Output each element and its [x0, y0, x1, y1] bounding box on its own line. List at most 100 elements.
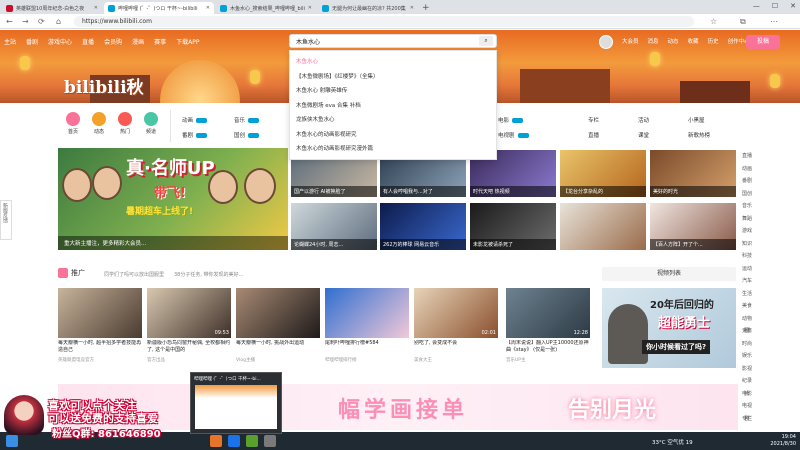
side-link[interactable]: 新歌热榜: [688, 131, 710, 139]
side-link[interactable]: 专栏: [588, 116, 599, 124]
suggestion-item[interactable]: 木鱼水心的动画影视研究: [290, 128, 496, 143]
category-link[interactable]: 电视剧: [498, 131, 529, 139]
side-link[interactable]: 直播: [588, 131, 599, 139]
close-icon[interactable]: ✕: [308, 5, 312, 11]
browser-tab-active[interactable]: 哔哩哔哩 (゜-゜)つロ 干杯~-bilibili ✕: [104, 2, 214, 14]
video-uploader[interactable]: 哔哩哔哩排行榜: [325, 357, 409, 363]
side-nav-item[interactable]: 运动: [740, 263, 754, 276]
nav-vip[interactable]: 大会员: [622, 37, 639, 45]
side-nav-item[interactable]: 娱乐: [740, 350, 754, 363]
avatar[interactable]: [599, 35, 613, 49]
suggestion-item[interactable]: 木鱼水心的动画影视研究漫外篇: [290, 142, 496, 157]
video-title[interactable]: 尾刺吓哔哩排行榜#584: [325, 340, 409, 354]
category-link[interactable]: 国创: [234, 131, 260, 139]
side-nav-item[interactable]: 生活: [740, 288, 754, 301]
rank-list-button[interactable]: 视频列表: [602, 267, 736, 281]
nav-games[interactable]: 游戏中心: [48, 37, 72, 46]
promo-link[interactable]: 同学们了吗可以放出国服里: [104, 271, 164, 278]
video-thumbnail[interactable]: 262万的棒球 网易云音乐: [380, 203, 466, 250]
close-icon[interactable]: ✕: [410, 5, 414, 11]
nav-main[interactable]: 主站: [4, 37, 16, 46]
back-icon[interactable]: ←: [6, 17, 13, 26]
browser-tab[interactable]: 英雄联盟10周年纪念-白色之夜 ✕: [2, 2, 102, 14]
nav-messages[interactable]: 消息: [648, 37, 659, 45]
suggestion-item[interactable]: 【木鱼微剧场】《红楼梦》（全集）: [290, 70, 496, 85]
category-link[interactable]: 动画: [182, 116, 208, 124]
new-tab-icon[interactable]: +: [422, 3, 430, 13]
side-nav-item[interactable]: 国创: [740, 188, 754, 201]
url-field[interactable]: https://www.bilibili.com: [74, 16, 694, 27]
nav-comics[interactable]: 漫画: [132, 37, 144, 46]
category-link[interactable]: 电影: [498, 116, 524, 124]
video-uploader[interactable]: Vlog主播: [236, 357, 320, 363]
video-card[interactable]: 09:53 新疆版小恐鸟同窗开秘偶, 全校都相约了, 这个是中国的 官方出品: [147, 288, 231, 363]
category-link[interactable]: 音乐: [234, 116, 260, 124]
side-nav-item[interactable]: 鬼畜: [740, 325, 754, 338]
ad-banner[interactable]: 20年后回归的 超能勇士 你小时候看过了吗?: [602, 288, 736, 368]
side-nav-item[interactable]: 汽车: [740, 275, 754, 288]
video-title[interactable]: 每天瓣横一小时, 挑战外出运动: [236, 340, 320, 354]
favorites-icon[interactable]: ☆: [710, 17, 717, 26]
side-nav-item[interactable]: 影视: [740, 363, 754, 376]
upload-button[interactable]: 投稿: [746, 35, 780, 49]
browser-tab[interactable]: 木鱼水心_搜索结果_哔哩哔哩_bilibili ✕: [216, 2, 316, 14]
forward-icon[interactable]: →: [22, 17, 29, 26]
maximize-icon[interactable]: ☐: [772, 2, 778, 10]
side-nav-item[interactable]: 专栏: [740, 413, 754, 426]
side-nav-item[interactable]: 直播: [740, 150, 754, 163]
video-card[interactable]: 尾刺吓哔哩排行榜#584 哔哩哔哩排行榜: [325, 288, 409, 363]
side-nav-item[interactable]: 音乐: [740, 200, 754, 213]
close-icon[interactable]: ✕: [206, 5, 210, 11]
search-input[interactable]: [290, 35, 470, 47]
nav-history[interactable]: 历史: [708, 37, 719, 45]
category-link[interactable]: 番剧: [182, 131, 208, 139]
side-nav-item[interactable]: 知识: [740, 238, 754, 251]
side-nav-item[interactable]: 动画: [740, 163, 754, 176]
weather-widget[interactable]: 33°C 空气优 19: [652, 438, 693, 446]
suggestion-item[interactable]: 龙族侠木鱼水心: [290, 113, 496, 128]
promo-link[interactable]: 38分子任务, 带你发现的美好...: [174, 271, 243, 278]
video-title[interactable]: 【周末说说】翻入UP主10000还原神曲《stay》 (仅是一张): [506, 340, 590, 354]
side-nav-item[interactable]: 科技: [740, 250, 754, 263]
bilibili-logo[interactable]: bilibili秋: [64, 73, 144, 98]
suggestion-item[interactable]: 木鱼水心 射雕英雄传: [290, 84, 496, 99]
suggestion-item[interactable]: 木鱼水心: [290, 55, 496, 70]
channel-channels[interactable]: 频道: [136, 112, 166, 135]
browser-tab[interactable]: 无腿为何让最幽在的凉? 共200集 ✕: [318, 2, 418, 14]
video-uploader[interactable]: 音乐UP主: [506, 357, 590, 363]
side-nav-item[interactable]: 电影: [740, 388, 754, 401]
app-icon[interactable]: [264, 435, 276, 447]
minimize-icon[interactable]: —: [753, 2, 760, 10]
collections-icon[interactable]: ⧉: [740, 17, 746, 27]
close-icon[interactable]: ✕: [94, 5, 98, 11]
video-card[interactable]: 每天瓣横一小时, 挑战外出运动 Vlog主播: [236, 288, 320, 363]
side-nav-item[interactable]: 游戏: [740, 225, 754, 238]
side-link[interactable]: 活动: [638, 116, 649, 124]
app-icon[interactable]: [210, 435, 222, 447]
refresh-icon[interactable]: ⟳: [38, 17, 45, 26]
side-nav-item[interactable]: 电视剧: [740, 400, 754, 422]
side-nav-item[interactable]: 番剧: [740, 175, 754, 188]
video-card[interactable]: 12:28 【周末说说】翻入UP主10000还原神曲《stay》 (仅是一张) …: [506, 288, 590, 363]
video-title[interactable]: 别吃了, 会变成不会: [414, 340, 498, 354]
nav-live[interactable]: 直播: [82, 37, 94, 46]
nav-anime[interactable]: 番剧: [26, 37, 38, 46]
side-nav-item[interactable]: 动物圈: [740, 313, 754, 335]
video-thumbnail[interactable]: 美好的时光: [650, 150, 736, 197]
video-card[interactable]: 每天瓣横一小时, 超半招多学者技能再造自己 英雄联盟电竞官方: [58, 288, 142, 363]
nav-download-app[interactable]: 下载APP: [176, 37, 199, 46]
nav-esports[interactable]: 赛事: [154, 37, 166, 46]
video-uploader[interactable]: 美食大王: [414, 357, 498, 363]
start-icon[interactable]: [6, 435, 18, 447]
side-nav-item[interactable]: 美食: [740, 300, 754, 313]
video-title[interactable]: 新疆版小恐鸟同窗开秘偶, 全校都相约了, 这个是中国的: [147, 340, 231, 354]
suggestion-item[interactable]: 木鱼微剧场 eva 合集 补档: [290, 99, 496, 114]
video-uploader[interactable]: 官方出品: [147, 357, 231, 363]
home-icon[interactable]: ⌂: [56, 17, 61, 26]
nav-shop[interactable]: 会员购: [104, 37, 122, 46]
side-nav-item[interactable]: 时尚: [740, 338, 754, 351]
video-title[interactable]: 每天瓣横一小时, 超半招多学者技能再造自己: [58, 340, 142, 354]
side-nav-item[interactable]: 纪录片: [740, 375, 754, 397]
feedback-tab[interactable]: 新版反馈: [0, 200, 12, 240]
side-link[interactable]: 课堂: [638, 131, 649, 139]
